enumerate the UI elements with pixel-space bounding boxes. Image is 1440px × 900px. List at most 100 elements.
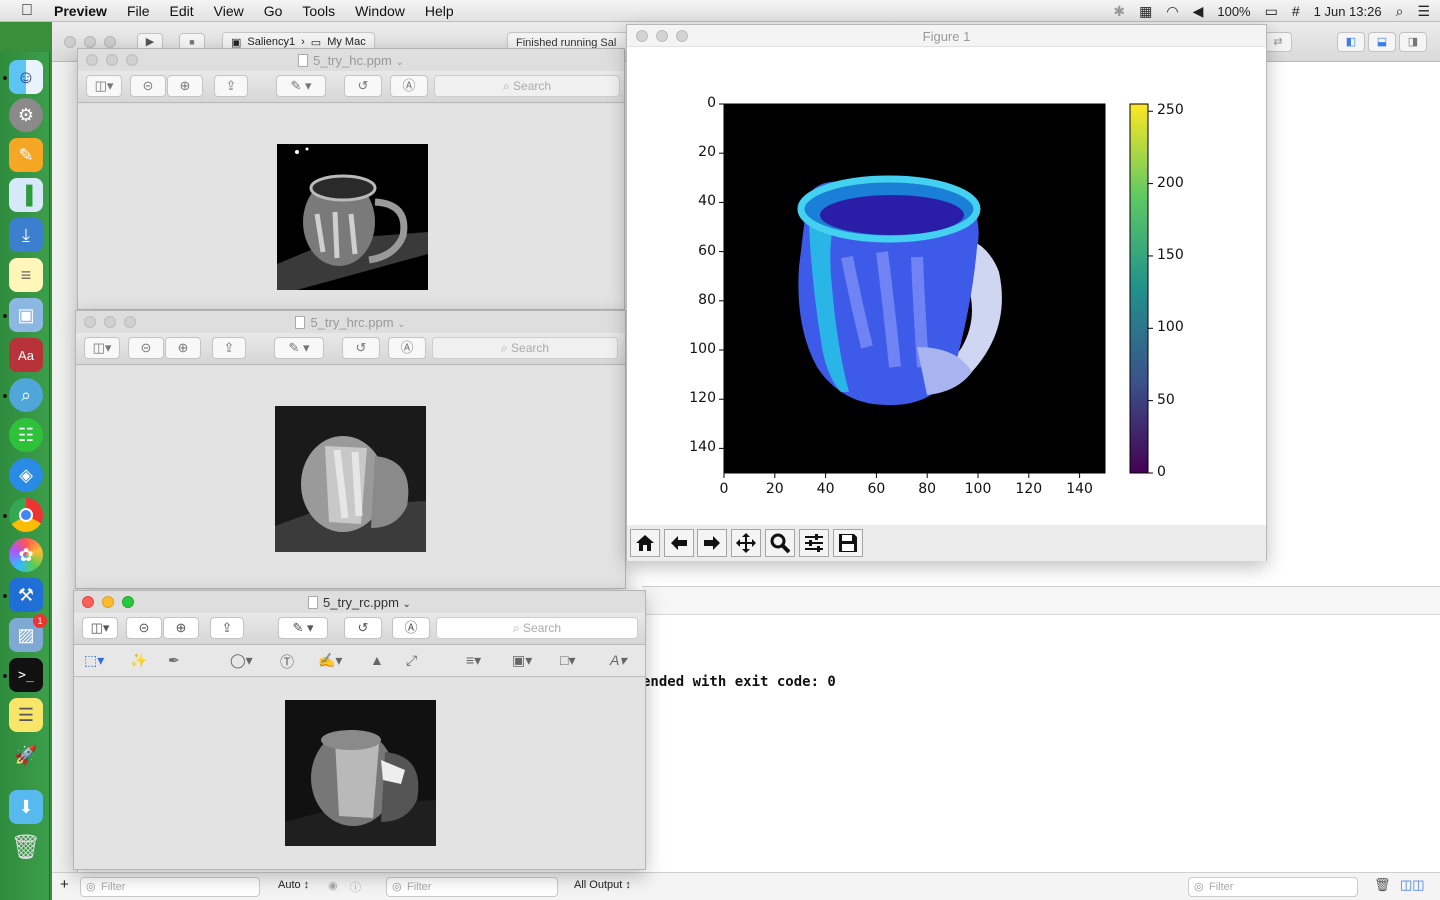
add-icon[interactable]: + [60,876,69,893]
battery-icon[interactable]: ▭ [1265,3,1278,20]
downloads-folder-icon[interactable]: ⬇ [9,790,43,824]
notification-center-icon[interactable]: ☰ [1417,3,1430,20]
forward-arrow-icon[interactable] [697,529,727,557]
navigator-toggle-icon[interactable]: ◧ [1337,32,1365,52]
eye-icon[interactable]: ◉ [328,879,338,892]
ide-close-button[interactable] [64,36,76,48]
numbers-icon[interactable]: ▐ [9,178,43,212]
chevron-down-icon[interactable]: ⌄ [403,599,411,610]
wifi-icon[interactable]: ◠ [1166,3,1178,20]
markup-button[interactable]: Ⓐ [392,617,430,639]
volume-icon[interactable]: ◀ [1193,3,1204,20]
terminal-icon[interactable]: >_ [9,658,43,692]
preview-magnifier-icon[interactable]: ⌕ [9,378,43,412]
rotate-button[interactable]: ↺ [344,75,382,97]
share-button[interactable]: ⇪ [210,617,244,639]
share-button[interactable]: ⇪ [212,337,246,359]
back-arrow-icon[interactable] [664,529,694,557]
border-color-icon[interactable]: ▣▾ [512,652,532,669]
trash-console-icon[interactable]: 🗑 [1374,877,1391,893]
launchpad-rocket-icon[interactable]: 🚀 [9,738,43,772]
adjust-color-icon[interactable]: ▲ [370,652,384,668]
highlight-button[interactable]: ✎ ▾ [274,337,324,359]
pages-icon[interactable]: ✎ [9,138,43,172]
preview-app-icon[interactable]: ▨ 1 [9,614,47,652]
zoom-in-button[interactable]: ⊕ [165,337,201,359]
zoom-out-button[interactable]: ⊝ [128,337,164,359]
search-input[interactable]: ⌕ Search [434,75,620,97]
instant-alpha-icon[interactable]: ✨ [130,652,147,669]
preview-icon[interactable]: ▣ [9,298,43,332]
search-input[interactable]: ⌕ Search [436,617,638,639]
xcode-icon[interactable]: ⚒ [9,578,43,612]
bluetooth-icon[interactable]: ✱ [1113,3,1125,20]
inspector-toggle-icon[interactable]: ◨ [1399,32,1427,52]
info-icon[interactable]: ⓘ [350,879,361,895]
highlight-button[interactable]: ✎ ▾ [278,617,328,639]
selection-tool-icon[interactable]: ⬚▾ [84,652,104,669]
sign-tool-icon[interactable]: ✍▾ [318,652,342,669]
menu-window[interactable]: Window [345,3,415,19]
split-view-icon[interactable]: ◫◫ [1400,877,1425,893]
console-filter-input[interactable]: ◎ Filter [1188,877,1358,897]
ide-zoom-button[interactable] [104,36,116,48]
menu-view[interactable]: View [204,3,254,19]
menu-file[interactable]: File [117,3,160,19]
text-tool-icon[interactable]: Ⓣ [280,652,294,672]
dictionary-icon[interactable]: Aa [9,338,43,372]
fill-color-icon[interactable]: □▾ [560,652,575,669]
highlight-button[interactable]: ✎ ▾ [276,75,326,97]
share-button[interactable]: ⇪ [214,75,248,97]
wechat-icon[interactable]: ☷ [9,418,43,452]
memory-icon[interactable]: ▦ [1139,3,1152,20]
menu-app-name[interactable]: Preview [54,3,117,19]
rotate-button[interactable]: ↺ [342,337,380,359]
menu-edit[interactable]: Edit [160,3,204,19]
photos-icon[interactable]: ✿ [9,538,43,572]
system-preferences-icon[interactable]: ⚙ [9,98,43,132]
search-input[interactable]: ⌕ Search [432,337,618,359]
variables-filter-input[interactable]: ◎ Filter [386,877,558,897]
notes-icon[interactable]: ≡ [9,258,43,292]
zoom-out-button[interactable]: ⊝ [126,617,162,639]
pan-move-icon[interactable] [731,529,761,557]
version-editor-icon[interactable]: ⇄ [1264,32,1292,52]
navigator-filter-input[interactable]: ◎ Filter [80,877,260,897]
chevron-down-icon[interactable]: ⌄ [396,57,404,68]
input-source-icon[interactable]: # [1292,3,1300,19]
spotlight-search-icon[interactable]: ⌕ [1396,3,1404,20]
zoom-out-button[interactable]: ⊝ [130,75,166,97]
zoom-rect-icon[interactable] [765,529,795,557]
chevron-down-icon[interactable]: ⌄ [397,319,405,330]
zoom-in-button[interactable]: ⊕ [167,75,203,97]
sidebar-toggle-button[interactable]: ◫▾ [82,617,118,639]
menu-go[interactable]: Go [254,3,293,19]
menu-clock[interactable]: 1 Jun 13:26 [1314,4,1382,19]
stickies-icon[interactable]: ☰ [9,698,43,732]
configure-subplots-icon[interactable] [799,529,829,557]
debug-area-toggle-icon[interactable]: ⬓ [1368,32,1396,52]
text-style-icon[interactable]: A▾ [610,652,626,669]
sketch-tool-icon[interactable]: ✒ [168,652,180,669]
sidebar-toggle-button[interactable]: ◫▾ [86,75,122,97]
zoom-in-button[interactable]: ⊕ [163,617,199,639]
ide-minimize-button[interactable] [84,36,96,48]
output-selector[interactable]: All Output ↕ [574,879,631,891]
adjust-size-icon[interactable]: ⤢ [406,652,417,669]
menu-help[interactable]: Help [415,3,464,19]
home-icon[interactable] [630,529,660,557]
battery-percentage[interactable]: 100% [1217,4,1250,19]
finder-icon[interactable]: ☺ [9,60,43,94]
markup-button[interactable]: Ⓐ [388,337,426,359]
trash-icon[interactable]: 🗑 [9,830,43,864]
chrome-icon[interactable] [9,498,43,532]
shape-style-icon[interactable]: ≡▾ [466,652,481,669]
safari-icon[interactable]: ◈ [9,458,43,492]
save-icon[interactable] [833,529,863,557]
apple-menu-icon[interactable]:  [0,2,54,20]
menu-tools[interactable]: Tools [292,3,345,19]
installer-icon[interactable]: ⤓ [9,218,43,252]
rotate-button[interactable]: ↺ [344,617,382,639]
sidebar-toggle-button[interactable]: ◫▾ [84,337,120,359]
auto-variables-selector[interactable]: Auto ↕ [278,879,309,891]
